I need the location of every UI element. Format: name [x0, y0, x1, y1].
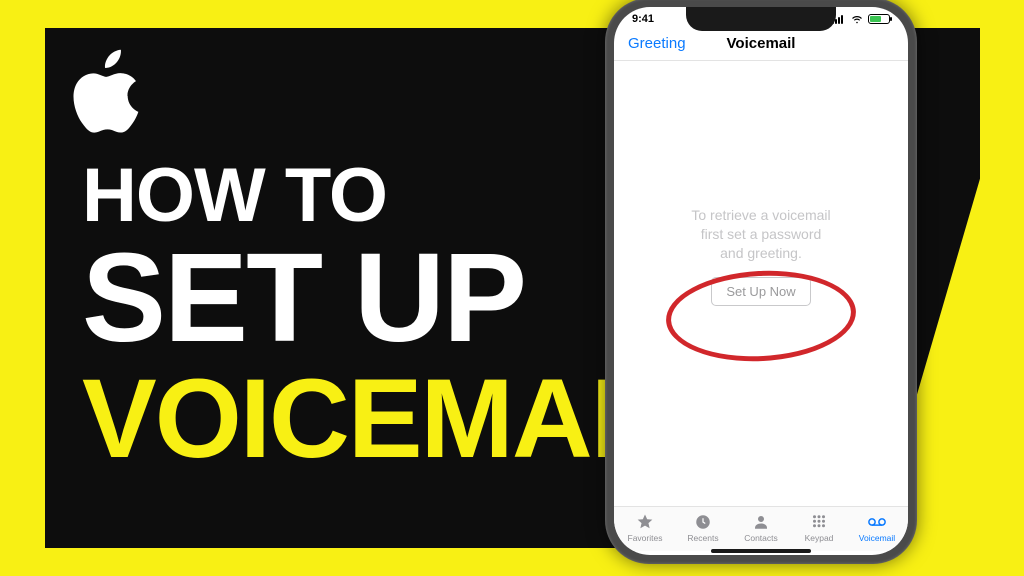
tab-contacts[interactable]: Contacts [732, 513, 790, 543]
star-icon [635, 513, 655, 531]
setup-message: To retrieve a voicemail first set a pass… [691, 206, 830, 263]
nav-title: Voicemail [727, 35, 796, 52]
thumbnail-title: HOW TO SET UP VOICEMAIL [82, 160, 686, 472]
home-indicator [711, 549, 811, 553]
battery-icon [868, 14, 890, 24]
title-line-3: VOICEMAIL [82, 366, 686, 472]
back-button[interactable]: Greeting [628, 35, 686, 52]
tab-keypad[interactable]: Keypad [790, 513, 848, 543]
notch [686, 7, 836, 31]
iphone-screen: 9:41 Greeting Voicemail To retrieve a vo… [614, 7, 908, 555]
person-icon [751, 513, 771, 531]
tab-recents[interactable]: Recents [674, 513, 732, 543]
wifi-icon [850, 14, 864, 24]
title-line-1: HOW TO [82, 160, 686, 232]
tab-voicemail[interactable]: Voicemail [848, 513, 906, 543]
voicemail-icon [867, 513, 887, 531]
status-time: 9:41 [632, 13, 654, 25]
iphone-frame: 9:41 Greeting Voicemail To retrieve a vo… [605, 0, 917, 564]
voicemail-setup-content: To retrieve a voicemail first set a pass… [614, 61, 908, 451]
tab-bar: Favorites Recents Contacts Keypad Voicem… [614, 506, 908, 551]
apple-logo-icon [55, 38, 150, 148]
tab-favorites[interactable]: Favorites [616, 513, 674, 543]
keypad-icon [809, 513, 829, 531]
clock-icon [693, 513, 713, 531]
set-up-now-button[interactable]: Set Up Now [711, 277, 810, 306]
title-line-2: SET UP [82, 238, 686, 358]
